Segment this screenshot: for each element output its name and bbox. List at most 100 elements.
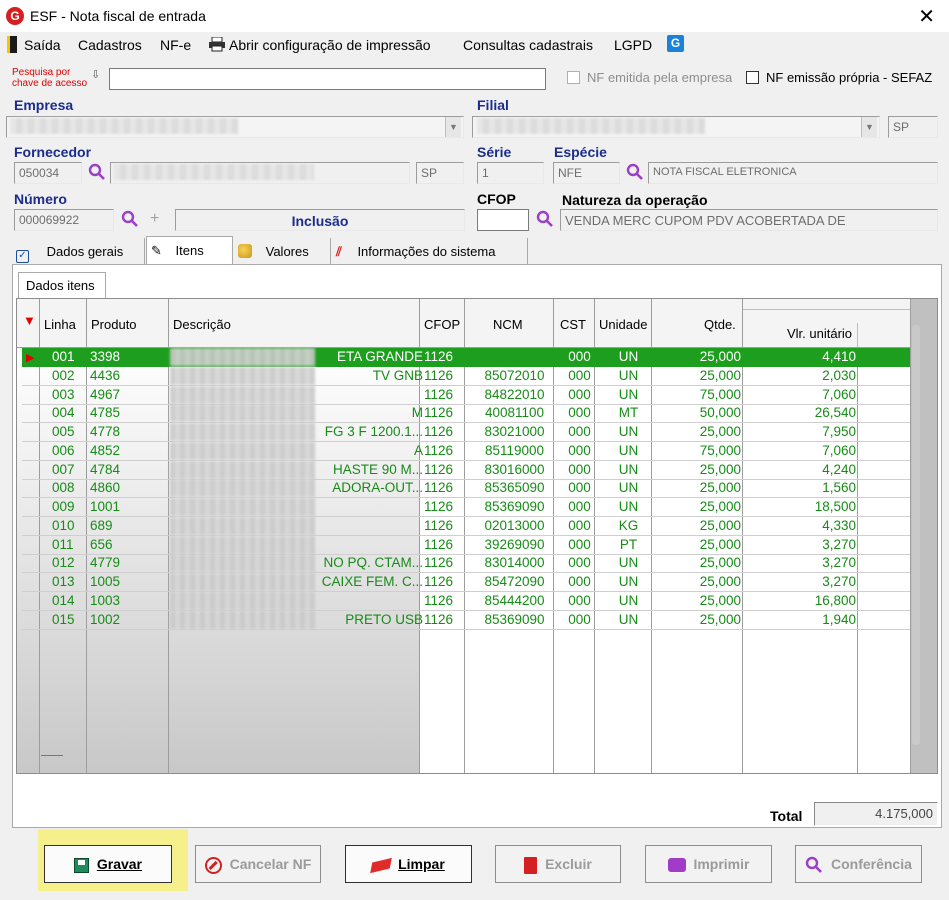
cfop-label: CFOP [477, 191, 516, 207]
description-redacted [170, 591, 315, 610]
table-row[interactable]: 007 4784 HASTE 90 M... 1126 83016000 000 UN 25,… [22, 460, 910, 480]
filial-dropdown-icon[interactable]: ▼ [861, 117, 877, 137]
cell-cst: 000 [568, 386, 591, 402]
cell-ncm: 85365090 [484, 480, 545, 496]
conferencia-button[interactable]: Conferência [795, 845, 922, 883]
especie-field[interactable]: NFE [553, 162, 620, 184]
g-app-icon[interactable]: G [667, 35, 684, 52]
grid-scrollbar[interactable] [912, 325, 920, 745]
description-redacted [170, 554, 315, 573]
cancel-circle-icon [204, 856, 222, 874]
cfop-search-icon[interactable] [536, 210, 554, 228]
tab-informacoes-sistema[interactable]: ⫽ Informações do sistema [332, 238, 528, 264]
serie-field[interactable]: 1 [477, 162, 544, 184]
table-row[interactable]: 003 4967 1126 84822010 000 UN 75,000 7,060 [22, 385, 910, 405]
cell-qtde: 25,000 [699, 536, 741, 552]
description-redacted [170, 366, 315, 385]
header-unidade[interactable]: Unidade [595, 299, 652, 348]
nf-emitida-checkbox[interactable] [567, 71, 580, 84]
table-row[interactable]: 010 689 1126 02013000 000 KG 25,000 4,330 [22, 516, 910, 536]
imprimir-button[interactable]: Imprimir [645, 845, 772, 883]
cell-linha: 007 [52, 461, 75, 477]
pencil-tab-icon: ✎ [151, 243, 162, 258]
cell-produto: 656 [90, 536, 113, 552]
description-redacted [170, 385, 315, 404]
table-row[interactable]: 001 3398 ETA GRANDE 1126 000 UN 25,000 4,410 [22, 348, 910, 367]
tab-valores[interactable]: Valores [234, 238, 331, 264]
table-row[interactable]: 013 1005 CAIXE FEM. C... 1126 85472090 000 UN 2… [22, 573, 910, 592]
header-cfop[interactable]: CFOP [420, 299, 465, 348]
fornecedor-codigo-field[interactable]: 050034 [14, 162, 82, 184]
cell-ncm: 40081100 [484, 405, 545, 421]
sort-arrow-icon: ▼ [23, 313, 36, 328]
header-qtde[interactable]: Qtde. [652, 299, 743, 348]
menu-lgpd[interactable]: LGPD [614, 37, 652, 53]
table-row[interactable]: 011 656 1126 39269090 000 PT 25,000 3,270 [22, 535, 910, 555]
printer-icon [209, 37, 225, 52]
empresa-label: Empresa [14, 97, 74, 113]
conferencia-search-icon [805, 857, 823, 874]
cell-vlr: 1,940 [822, 611, 856, 627]
table-row[interactable]: 012 4779 NO PQ. CTAM... 1126 83014000 000 UN 25… [22, 554, 910, 574]
excluir-button[interactable]: Excluir [495, 845, 621, 883]
cell-qtde: 25,000 [699, 517, 741, 533]
cell-linha: 013 [52, 574, 75, 589]
especie-search-icon[interactable] [626, 163, 644, 181]
cell-produto: 1003 [90, 592, 121, 608]
limpar-button[interactable]: Limpar [345, 845, 472, 883]
cell-vlr: 4,330 [822, 517, 856, 533]
header-cst[interactable]: CST [554, 299, 595, 348]
cell-linha: 010 [52, 517, 75, 533]
table-row[interactable]: 004 4785 M 1126 40081100 000 MT 50,000 26,540 [22, 404, 910, 424]
natureza-label: Natureza da operação [562, 192, 708, 208]
table-row[interactable]: 008 4860 ADORA-OUT... 1126 85365090 000 UN 25,0… [22, 479, 910, 499]
cell-vlr: 1,560 [822, 480, 856, 496]
add-plus-icon[interactable]: + [150, 210, 159, 228]
cancelar-nf-button[interactable]: Cancelar NF [195, 845, 321, 883]
empresa-redacted [10, 118, 238, 134]
header-vlr-unitario[interactable]: Vlr. unitário [743, 299, 911, 348]
table-row[interactable]: 014 1003 1126 85444200 000 UN 25,000 16,800 [22, 591, 910, 611]
header-descricao[interactable]: Descrição [169, 299, 420, 348]
subtab-dados-itens[interactable]: Dados itens [18, 272, 106, 298]
table-row[interactable]: 015 1002 PRETO USB 1126 85369090 000 UN 25,000 1… [22, 610, 910, 630]
menu-bar: Saída Cadastros NF-e Abrir configuração … [0, 32, 949, 58]
header-linha[interactable]: Linha [40, 299, 87, 348]
cell-un: UN [618, 386, 639, 402]
cell-vlr: 7,060 [822, 386, 856, 402]
cell-produto: 1002 [90, 611, 121, 627]
menu-saida[interactable]: Saída [24, 37, 61, 53]
numero-field[interactable]: 000069922 [14, 209, 114, 231]
cell-cfop: 1126 [424, 461, 454, 477]
menu-consultas-cadastrais[interactable]: Consultas cadastrais [463, 37, 593, 53]
gravar-button[interactable]: Gravar [44, 845, 172, 883]
menu-nfe[interactable]: NF-e [160, 37, 191, 53]
cfop-input[interactable] [477, 209, 529, 231]
description-redacted [170, 423, 315, 441]
numero-search-icon[interactable] [121, 210, 139, 228]
menu-abrir-config-impressao[interactable]: Abrir configuração de impressão [229, 37, 431, 53]
header-ncm[interactable]: NCM [465, 299, 554, 348]
table-row[interactable]: 009 1001 1126 85369090 000 UN 25,000 18,500 [22, 498, 910, 517]
cell-produto: 3398 [90, 349, 121, 364]
fornecedor-search-icon[interactable] [88, 163, 106, 181]
cell-vlr: 26,540 [814, 405, 856, 421]
total-value: 4.175,000 [814, 802, 938, 826]
cell-cfop: 1126 [424, 349, 454, 364]
empresa-dropdown-icon[interactable]: ▼ [445, 117, 461, 137]
tab-dados-gerais[interactable]: ✓ Dados gerais [12, 238, 145, 264]
search-key-input[interactable] [109, 68, 546, 90]
cell-linha: 015 [52, 611, 75, 627]
table-row[interactable]: 006 4852 A 1126 85119000 000 UN 75,000 7,060 [22, 441, 910, 461]
filial-label: Filial [477, 97, 509, 113]
table-row[interactable]: 005 4778 FG 3 F 1200.1... 1126 83021000 000 UN… [22, 423, 910, 442]
cell-ncm: 83016000 [484, 461, 545, 477]
menu-cadastros[interactable]: Cadastros [78, 37, 142, 53]
cell-qtde: 25,000 [699, 480, 741, 496]
nf-propria-checkbox[interactable] [746, 71, 759, 84]
grid-indicator-header[interactable]: ▼ [17, 299, 40, 348]
close-icon[interactable]: ✕ [918, 4, 935, 29]
header-produto[interactable]: Produto [87, 299, 169, 348]
tab-itens[interactable]: ✎ Itens [146, 236, 233, 264]
table-row[interactable]: 002 4436 TV GNB 1126 85072010 000 UN 25,000 2,03… [22, 366, 910, 386]
